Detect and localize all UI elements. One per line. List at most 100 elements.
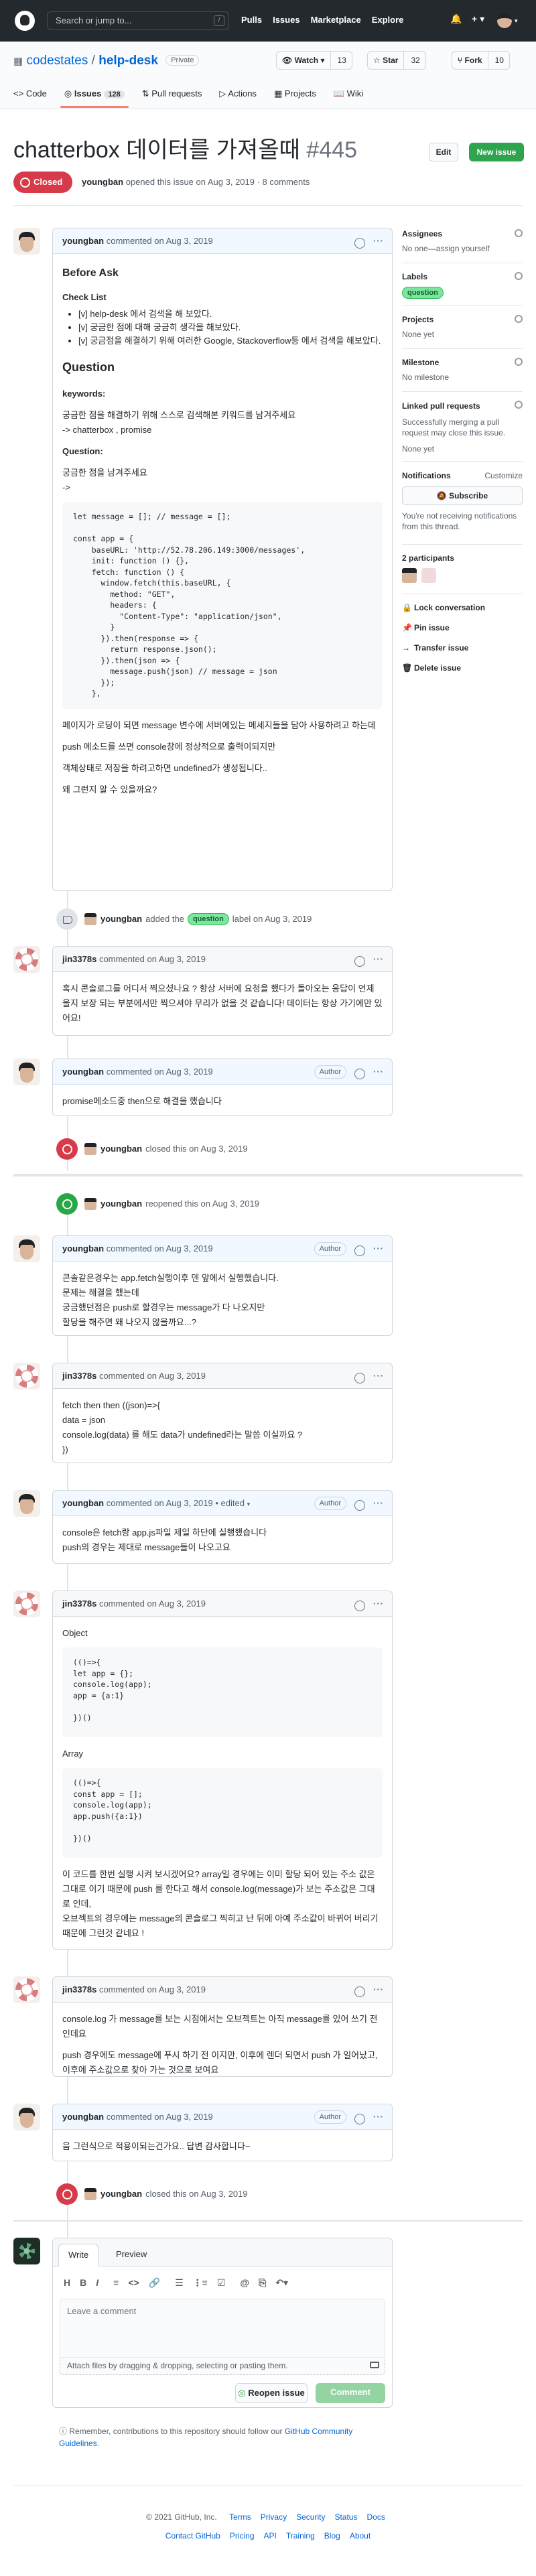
pin-issue-link[interactable]: 📌 Pin issue <box>402 623 523 632</box>
avatar[interactable] <box>13 1363 40 1389</box>
subscribe-button[interactable]: 🔕 Subscribe <box>402 486 523 505</box>
smiley-icon[interactable] <box>354 1373 365 1383</box>
task-list-icon[interactable]: ☑ <box>217 2277 226 2289</box>
star-button[interactable]: ☆ Star 32 <box>367 51 426 70</box>
avatar[interactable] <box>13 1590 40 1617</box>
repo-name-link[interactable]: help-desk <box>98 54 158 68</box>
kebab-menu-icon[interactable]: ··· <box>373 1236 384 1262</box>
avatar[interactable] <box>497 13 512 28</box>
reopen-issue-button[interactable]: ◎ Reopen issue <box>235 2383 308 2403</box>
footer-link[interactable]: Blog <box>324 2531 340 2540</box>
kebab-menu-icon[interactable]: ··· <box>373 1977 384 2003</box>
code-icon[interactable]: <> <box>128 2277 139 2289</box>
footer-link[interactable]: Terms <box>229 2512 251 2522</box>
caret-down-icon[interactable]: ▾ <box>515 17 518 25</box>
star-count[interactable]: 32 <box>403 52 420 69</box>
issue-author-link[interactable]: youngban <box>82 177 123 187</box>
gear-icon[interactable] <box>515 229 523 237</box>
kebab-menu-icon[interactable]: ··· <box>373 947 384 972</box>
footer-link[interactable]: API <box>264 2531 277 2540</box>
sidebar-assignees[interactable]: Assignees No one—assign yourself <box>402 229 523 253</box>
footer-link[interactable]: About <box>350 2531 371 2540</box>
attach-files-zone[interactable]: Attach files by dragging & dropping, sel… <box>60 2358 385 2375</box>
label-question[interactable]: question <box>402 287 444 299</box>
search-input[interactable]: Search or jump to... / <box>47 11 229 30</box>
kebab-menu-icon[interactable]: ··· <box>373 1491 384 1516</box>
gear-icon[interactable] <box>515 401 523 409</box>
footer-link[interactable]: Training <box>286 2531 315 2540</box>
smiley-icon[interactable] <box>354 1245 365 1256</box>
smiley-icon[interactable] <box>354 1601 365 1611</box>
smiley-icon[interactable] <box>354 2114 365 2124</box>
repo-owner-link[interactable]: codestates <box>26 54 88 68</box>
smiley-icon[interactable] <box>354 1986 365 1997</box>
footer-link[interactable]: Docs <box>366 2512 385 2522</box>
nav-pulls[interactable]: Pulls <box>241 15 262 25</box>
customize-link[interactable]: Customize <box>484 470 523 481</box>
avatar[interactable] <box>13 1490 40 1517</box>
caret-down-icon[interactable]: ▾ <box>247 1501 251 1507</box>
transfer-issue-link[interactable]: → Transfer issue <box>402 643 523 653</box>
github-logo-icon[interactable] <box>15 11 35 31</box>
tab-projects[interactable]: ▦ Projects <box>274 88 316 109</box>
kebab-menu-icon[interactable]: ··· <box>373 1591 384 1617</box>
avatar[interactable] <box>13 946 40 973</box>
avatar[interactable] <box>402 568 417 583</box>
watch-count[interactable]: 13 <box>330 52 346 69</box>
footer-link[interactable]: Contact GitHub <box>165 2531 220 2540</box>
sidebar-milestone[interactable]: Milestone No milestone <box>402 358 523 382</box>
footer-link[interactable]: Status <box>334 2512 357 2522</box>
avatar[interactable] <box>13 1976 40 2003</box>
comment-author[interactable]: youngban <box>62 236 104 246</box>
edit-button[interactable]: Edit <box>429 143 458 161</box>
smiley-icon[interactable] <box>354 1069 365 1079</box>
cross-reference-icon[interactable]: ⎘ <box>259 2277 266 2289</box>
kebab-menu-icon[interactable]: ··· <box>373 1363 384 1389</box>
kebab-menu-icon[interactable]: ··· <box>373 1059 384 1085</box>
link-icon[interactable]: 🔗 <box>149 2277 160 2289</box>
kebab-menu-icon[interactable]: ··· <box>373 228 384 254</box>
tab-issues[interactable]: ◎ Issues 128 <box>60 88 129 109</box>
mention-icon[interactable]: @ <box>240 2277 249 2289</box>
tab-code[interactable]: <> Code <box>13 88 47 109</box>
avatar[interactable] <box>13 2238 40 2264</box>
nav-issues[interactable]: Issues <box>273 15 299 25</box>
reply-icon[interactable]: ↶▾ <box>275 2277 288 2289</box>
italic-icon[interactable]: I <box>96 2277 98 2289</box>
footer-link[interactable]: Pricing <box>230 2531 255 2540</box>
avatar[interactable] <box>13 1235 40 1262</box>
fork-button[interactable]: ⑂ Fork 10 <box>452 51 510 70</box>
sidebar-projects[interactable]: Projects None yet <box>402 315 523 339</box>
comment-textarea[interactable]: Leave a comment <box>60 2299 385 2358</box>
footer-link[interactable]: Security <box>296 2512 325 2522</box>
nav-explore[interactable]: Explore <box>372 15 404 25</box>
sidebar-labels[interactable]: Labels question <box>402 272 523 299</box>
avatar[interactable] <box>421 568 437 583</box>
unordered-list-icon[interactable]: ☰ <box>175 2277 184 2289</box>
heading-icon[interactable]: H <box>64 2277 70 2289</box>
avatar[interactable] <box>13 2104 40 2130</box>
tab-write[interactable]: Write <box>58 2244 99 2266</box>
plus-icon[interactable]: + ▾ <box>472 13 484 25</box>
delete-issue-link[interactable]: 🗑 Delete issue <box>402 663 523 673</box>
footer-link[interactable]: Privacy <box>261 2512 287 2522</box>
tab-actions[interactable]: ▷ Actions <box>219 88 257 109</box>
sidebar-linked-prs[interactable]: Linked pull requests Successfully merging… <box>402 401 523 454</box>
gear-icon[interactable] <box>515 358 523 366</box>
tab-pull-requests[interactable]: ⇅ Pull requests <box>142 88 202 109</box>
gear-icon[interactable] <box>515 315 523 323</box>
ordered-list-icon[interactable]: ⋮≡ <box>193 2277 208 2289</box>
fork-count[interactable]: 10 <box>487 52 504 69</box>
avatar[interactable] <box>13 228 40 255</box>
label-question[interactable]: question <box>187 913 229 925</box>
tab-preview[interactable]: Preview <box>107 2244 156 2266</box>
new-issue-button[interactable]: New issue <box>469 143 524 161</box>
avatar[interactable] <box>13 1059 40 1085</box>
tab-wiki[interactable]: 📖 Wiki <box>334 88 363 109</box>
quote-icon[interactable]: ≡ <box>113 2277 119 2289</box>
bell-icon[interactable]: 🔔 <box>450 13 462 25</box>
kebab-menu-icon[interactable]: ··· <box>373 2104 384 2130</box>
smiley-icon[interactable] <box>354 956 365 967</box>
comment-button[interactable]: Comment <box>316 2383 385 2403</box>
smiley-icon[interactable] <box>354 1500 365 1511</box>
